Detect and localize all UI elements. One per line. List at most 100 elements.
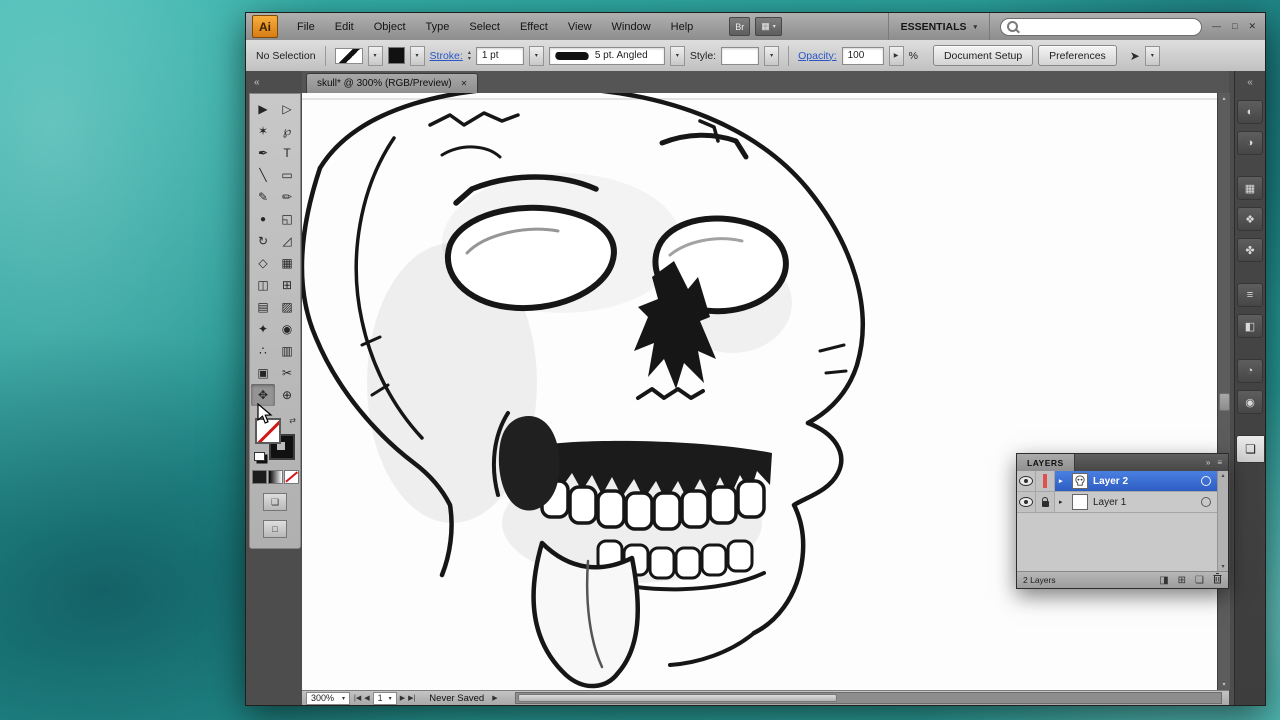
scroll-up-icon[interactable]: ▴: [1221, 472, 1224, 479]
gradient-button[interactable]: [268, 470, 283, 484]
paintbrush-tool[interactable]: ✎: [251, 186, 275, 208]
menu-item-edit[interactable]: Edit: [325, 13, 364, 40]
zoom-level-select[interactable]: 300% ▾: [306, 692, 350, 705]
status-menu-icon[interactable]: ▶: [492, 694, 497, 702]
first-artboard-button[interactable]: |◀: [354, 694, 361, 702]
stroke-panel-link[interactable]: Stroke:: [430, 50, 463, 62]
visibility-toggle[interactable]: [1017, 471, 1036, 491]
color-guide-panel-icon[interactable]: ◑: [1237, 131, 1263, 155]
horizontal-scrollbar[interactable]: [515, 692, 1222, 704]
pen-tool[interactable]: ✒: [251, 142, 275, 164]
previous-artboard-button[interactable]: ◀: [364, 694, 369, 702]
document-tab[interactable]: skull* @ 300% (RGB/Preview) ✕: [306, 73, 478, 93]
magic-wand-tool[interactable]: ✶: [251, 120, 275, 142]
lock-toggle[interactable]: [1036, 492, 1055, 512]
close-document-icon[interactable]: ✕: [461, 79, 468, 88]
target-circle[interactable]: [1201, 476, 1211, 486]
new-layer-icon[interactable]: ❏: [1195, 575, 1204, 586]
free-transform-tool[interactable]: ▦: [275, 252, 299, 274]
search-box[interactable]: [1000, 18, 1202, 36]
brush-select-dropdown[interactable]: ▾: [670, 46, 685, 66]
new-sublayer-icon[interactable]: ⊞: [1178, 575, 1186, 586]
expand-layer-icon[interactable]: ▸: [1059, 477, 1067, 485]
rectangle-tool[interactable]: ▭: [275, 164, 299, 186]
brushes-panel-icon[interactable]: ❖: [1237, 207, 1263, 231]
color-button[interactable]: [252, 470, 267, 484]
menu-item-type[interactable]: Type: [416, 13, 460, 40]
layers-scrollbar[interactable]: ▴ ▾: [1217, 471, 1228, 571]
stroke-weight-dropdown[interactable]: ▾: [529, 46, 544, 66]
vertical-scroll-thumb[interactable]: [1219, 393, 1230, 411]
expand-panel-icon[interactable]: »: [1206, 458, 1210, 467]
layer-color-cell[interactable]: [1036, 471, 1055, 491]
eraser-tool[interactable]: ◱: [275, 208, 299, 230]
layer-name[interactable]: Layer 2: [1093, 476, 1196, 487]
stepper-down-icon[interactable]: ▾: [468, 56, 471, 62]
layer-thumbnail[interactable]: [1072, 473, 1088, 489]
vertical-scrollbar[interactable]: ▴ ▾: [1217, 93, 1230, 690]
none-button[interactable]: [284, 470, 299, 484]
arrange-documents-button[interactable]: ▦ ▾: [755, 17, 782, 36]
default-fill-stroke-icon[interactable]: [254, 452, 265, 461]
delete-layer-icon[interactable]: [1213, 573, 1222, 587]
pencil-tool[interactable]: ✏: [275, 186, 299, 208]
opacity-panel-link[interactable]: Opacity:: [798, 50, 837, 62]
swatches-panel-icon[interactable]: ▦: [1237, 176, 1263, 200]
screen-mode-button[interactable]: □: [263, 520, 287, 538]
bridge-button[interactable]: Br: [729, 17, 750, 36]
opacity-field[interactable]: 100: [842, 47, 884, 65]
layer-thumbnail[interactable]: [1072, 494, 1088, 510]
layer-row-1[interactable]: ▸ Layer 1: [1017, 492, 1217, 513]
stroke-panel-icon[interactable]: ≡: [1237, 283, 1263, 307]
transparency-panel-icon[interactable]: ◔: [1237, 359, 1263, 383]
slice-tool[interactable]: ✂: [275, 362, 299, 384]
symbols-panel-icon[interactable]: ✤: [1237, 238, 1263, 262]
illustrator-logo-icon[interactable]: Ai: [252, 15, 278, 38]
opacity-dropdown[interactable]: ▶: [889, 46, 904, 66]
brush-select-field[interactable]: 5 pt. Angled: [549, 47, 665, 65]
style-dropdown[interactable]: ▾: [764, 46, 779, 66]
width-tool[interactable]: ◇: [251, 252, 275, 274]
menu-item-object[interactable]: Object: [364, 13, 416, 40]
menu-item-view[interactable]: View: [558, 13, 602, 40]
stroke-weight-field[interactable]: 1 pt: [476, 47, 524, 65]
artboard-tool[interactable]: ▣: [251, 362, 275, 384]
menu-item-file[interactable]: File: [287, 13, 325, 40]
desktop[interactable]: { "menubar": { "logo": "Ai", "items": ["…: [0, 0, 1280, 720]
appearance-panel-icon[interactable]: ◉: [1237, 390, 1263, 414]
menu-item-effect[interactable]: Effect: [510, 13, 558, 40]
document-setup-button[interactable]: Document Setup: [933, 45, 1033, 66]
last-artboard-button[interactable]: ▶|: [408, 694, 415, 702]
artboard-number-select[interactable]: 1 ▾: [373, 692, 397, 705]
search-input[interactable]: [1023, 20, 1195, 33]
maximize-button[interactable]: □: [1232, 21, 1237, 32]
fill-swatch[interactable]: [255, 418, 281, 444]
pointer-options-icon[interactable]: ➤: [1130, 49, 1140, 63]
status-display[interactable]: Never Saved ▶: [419, 693, 507, 704]
expand-layer-icon[interactable]: ▸: [1059, 498, 1067, 506]
type-tool[interactable]: T: [275, 142, 299, 164]
hand-tool[interactable]: ✥: [251, 384, 275, 406]
menu-item-window[interactable]: Window: [602, 13, 661, 40]
collapse-toolbar-button[interactable]: «: [254, 77, 260, 88]
next-artboard-button[interactable]: ▶: [400, 694, 405, 702]
minimize-button[interactable]: —: [1212, 21, 1221, 32]
symbol-sprayer-tool[interactable]: ∴: [251, 340, 275, 362]
shape-builder-tool[interactable]: ◫: [251, 274, 275, 296]
direct-selection-tool[interactable]: ▷: [275, 98, 299, 120]
horizontal-scroll-thumb[interactable]: [518, 694, 837, 702]
drawing-mode-button[interactable]: ❏: [263, 493, 287, 511]
close-button[interactable]: ✕: [1248, 21, 1256, 32]
stroke-color-dropdown[interactable]: ▾: [410, 46, 425, 66]
preferences-button[interactable]: Preferences: [1038, 45, 1117, 66]
layer-row-2[interactable]: ▸ Layer 2: [1017, 471, 1217, 492]
gradient-panel-icon[interactable]: ◧: [1237, 314, 1263, 338]
layers-panel-icon[interactable]: ❏: [1236, 435, 1265, 463]
blend-tool[interactable]: ◉: [275, 318, 299, 340]
blob-brush-tool[interactable]: ●: [251, 208, 275, 230]
menu-item-help[interactable]: Help: [661, 13, 704, 40]
stroke-color-swatch[interactable]: [388, 47, 405, 64]
canvas[interactable]: [302, 93, 1217, 690]
style-field[interactable]: [721, 47, 759, 65]
pointer-options-dropdown[interactable]: ▾: [1145, 46, 1160, 66]
